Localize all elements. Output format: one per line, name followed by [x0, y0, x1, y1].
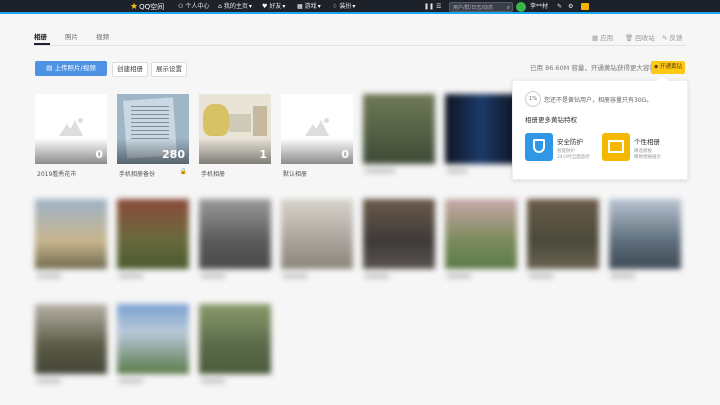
- upload-icon: ▤: [46, 64, 55, 72]
- lock-icon: 🔒: [179, 168, 187, 175]
- album-title[interactable]: [365, 169, 395, 173]
- album-cover[interactable]: 280: [117, 94, 189, 164]
- tab-photos[interactable]: 照片: [65, 31, 78, 41]
- album-title[interactable]: [365, 274, 389, 278]
- feature-custom-album-desc2: 精致相册展示: [634, 155, 661, 160]
- album-title[interactable]: [119, 379, 143, 383]
- nav-personal-center[interactable]: ⚇ 个人中心: [178, 2, 209, 12]
- album-title[interactable]: [447, 169, 467, 173]
- album-cover[interactable]: [527, 199, 599, 269]
- album-cover[interactable]: [117, 199, 189, 269]
- grid-icon: ▦: [297, 3, 303, 10]
- album-cover[interactable]: 0: [35, 94, 107, 164]
- tabs-divider: [34, 45, 686, 46]
- avatar[interactable]: [516, 2, 526, 12]
- album-title[interactable]: [37, 274, 61, 278]
- tab-albums[interactable]: 相册: [34, 31, 47, 41]
- tab-videos[interactable]: 视频: [96, 31, 109, 41]
- album-title[interactable]: [119, 274, 143, 278]
- popup-message: 您还不是黄钻用户，相册容量只有30G。: [544, 97, 653, 104]
- shirt-icon: ♢: [332, 3, 338, 10]
- nav-friends[interactable]: ♥ 好友▾: [262, 2, 287, 12]
- feedback-link[interactable]: ✎ 反馈: [662, 32, 682, 42]
- apps-icon: ▦: [592, 34, 599, 42]
- chevron-down-icon: ▾: [352, 3, 356, 10]
- upload-button[interactable]: ▤ 上传照片/视频: [35, 61, 107, 76]
- nav-games[interactable]: ▦ 游戏▾: [297, 2, 323, 12]
- qzone-logo[interactable]: ★QQ空间: [130, 2, 164, 12]
- feature-security-title[interactable]: 安全防护: [557, 136, 583, 146]
- album-cover[interactable]: [35, 199, 107, 269]
- nav-decorate[interactable]: ♢ 装扮▾: [332, 2, 357, 12]
- album-cover[interactable]: [363, 94, 435, 164]
- album-title[interactable]: [201, 379, 225, 383]
- album-title[interactable]: 手机相册备份: [119, 169, 155, 178]
- album-title[interactable]: [611, 274, 635, 278]
- username[interactable]: 李**材: [530, 2, 548, 12]
- album-title[interactable]: 默认相册: [283, 169, 307, 178]
- nav-my-homepage[interactable]: ⌂ 我的主页▾: [218, 2, 254, 12]
- drawing-photo: [203, 104, 229, 136]
- album-title[interactable]: 手机相册: [201, 169, 225, 178]
- shield-icon[interactable]: [525, 133, 553, 161]
- gear-icon[interactable]: ⚙: [568, 2, 573, 12]
- top-navigation-bar: ★QQ空间 ⚇ 个人中心 ⌂ 我的主页▾ ♥ 好友▾ ▦ 游戏▾ ♢ 装扮▾ ❚❚ ☰ 用…: [0, 0, 720, 14]
- album-title[interactable]: [37, 379, 61, 383]
- image-placeholder-icon: [305, 118, 329, 136]
- menu-icon[interactable]: ☰: [436, 2, 441, 12]
- chevron-down-icon: ▾: [317, 3, 321, 10]
- album-title[interactable]: [447, 274, 471, 278]
- chevron-down-icon: ▾: [248, 3, 252, 10]
- album-cover[interactable]: [199, 199, 271, 269]
- usage-percent: 1%: [525, 91, 541, 107]
- album-cover[interactable]: 1: [199, 94, 271, 164]
- album-cover[interactable]: 0: [281, 94, 353, 164]
- photo-count: 0: [95, 148, 103, 161]
- vip-promo-popup: 1% 您还不是黄钻用户，相册容量只有30G。 相册更多黄钻特权 安全防护 智能防…: [512, 74, 688, 180]
- album-title[interactable]: 2019看秀花市: [37, 169, 76, 178]
- accent-line: [0, 12, 720, 14]
- chevron-down-icon: ▾: [282, 3, 286, 10]
- photo-count: 280: [162, 148, 185, 161]
- album-cover[interactable]: [445, 199, 517, 269]
- photo-frame-icon[interactable]: [602, 133, 630, 161]
- user-icon: ⚇: [178, 3, 184, 10]
- photo-count: 1: [259, 148, 267, 161]
- heart-icon: ♥: [262, 3, 268, 10]
- album-cover[interactable]: [117, 304, 189, 374]
- edit-icon[interactable]: ✎: [557, 2, 562, 12]
- album-title[interactable]: [283, 274, 307, 278]
- feedback-icon: ✎: [662, 34, 668, 42]
- album-title[interactable]: [529, 274, 553, 278]
- home-icon: ⌂: [218, 3, 222, 10]
- album-cover[interactable]: [281, 199, 353, 269]
- pause-icon[interactable]: ❚❚: [424, 2, 434, 12]
- photo-count: 0: [341, 148, 349, 161]
- star-icon: ★: [130, 2, 139, 12]
- album-cover[interactable]: [363, 199, 435, 269]
- album-cover[interactable]: [35, 304, 107, 374]
- capacity-text: 已用 86.60M 容量，开通黄钻获得更大容量: [530, 64, 656, 72]
- album-cover[interactable]: [445, 94, 517, 164]
- apps-link[interactable]: ▦ 应用: [592, 32, 613, 42]
- feature-security-desc2: 24小时全面监控: [557, 155, 590, 160]
- search-input[interactable]: 用户/群/日志/动态 ⌕: [449, 2, 513, 12]
- trash-icon: 🗑: [625, 34, 634, 42]
- open-vip-button[interactable]: ◆ 开通黄钻: [651, 61, 685, 74]
- recycle-bin-link[interactable]: 🗑 回收站: [625, 32, 655, 42]
- album-cover[interactable]: [199, 304, 271, 374]
- image-placeholder-icon: [59, 118, 83, 136]
- create-album-button[interactable]: 创建相册: [112, 62, 148, 77]
- album-cover[interactable]: [609, 199, 681, 269]
- crown-icon[interactable]: [581, 3, 589, 10]
- album-title[interactable]: [201, 274, 225, 278]
- popup-heading: 相册更多黄钻特权: [525, 116, 577, 124]
- display-settings-button[interactable]: 展示设置: [151, 62, 187, 77]
- feature-custom-album-title[interactable]: 个性相册: [634, 136, 660, 146]
